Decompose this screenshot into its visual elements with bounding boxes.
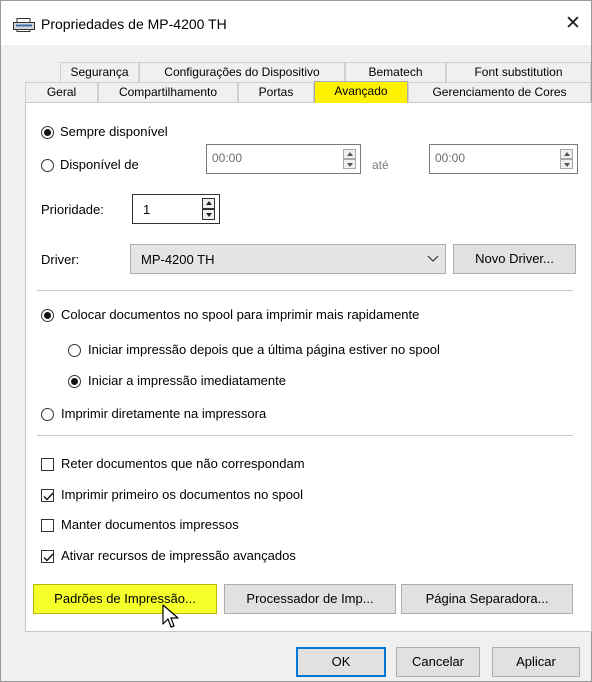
start-immediately-radio[interactable] [68,375,81,388]
window-title: Propriedades de MP-4200 TH [41,16,227,32]
divider [37,290,573,291]
advanced-features-checkbox[interactable] [41,550,54,563]
driver-value: MP-4200 TH [141,252,215,267]
tab-gerenciamento-cores[interactable]: Gerenciamento de Cores [408,82,591,102]
tab-seguranca[interactable]: Segurança [60,62,139,82]
available-from-label[interactable]: Disponível de [60,157,139,172]
keep-printed-label[interactable]: Manter documentos impressos [61,517,239,532]
print-direct-radio[interactable] [41,408,54,421]
printer-icon [13,18,35,32]
tab-font-substitution[interactable]: Font substitution [446,62,591,82]
spooled-first-checkbox[interactable] [41,489,54,502]
priority-spinner[interactable] [202,198,215,220]
spin-up-icon[interactable] [560,149,573,159]
close-icon[interactable]: ✕ [561,11,585,35]
spool-label[interactable]: Colocar documentos no spool para imprimi… [61,307,419,322]
from-time-input[interactable]: 00:00 [206,144,361,174]
checkmark-icon [43,553,54,562]
spin-down-icon[interactable] [202,209,215,220]
driver-select[interactable]: MP-4200 TH [130,244,446,274]
title-bar: Propriedades de MP-4200 TH ✕ [1,1,591,45]
always-available-label[interactable]: Sempre disponível [60,124,168,139]
start-after-last-radio[interactable] [68,344,81,357]
from-time-spinner[interactable] [343,149,356,169]
tab-geral[interactable]: Geral [25,82,98,102]
until-time-input[interactable]: 00:00 [429,144,578,174]
spooled-first-label[interactable]: Imprimir primeiro os documentos no spool [61,487,303,502]
driver-label: Driver: [41,252,80,267]
ok-button[interactable]: OK [296,647,386,677]
hold-mismatched-checkbox[interactable] [41,458,54,471]
printing-defaults-button[interactable]: Padrões de Impressão... [33,584,217,614]
available-from-radio[interactable] [41,159,54,172]
apply-button[interactable]: Aplicar [492,647,580,677]
cursor-icon [162,604,179,628]
hold-mismatched-label[interactable]: Reter documentos que não correspondam [61,456,305,471]
checkmark-icon [43,492,54,501]
from-time-value: 00:00 [212,151,243,165]
divider [37,435,573,436]
start-immediately-label[interactable]: Iniciar a impressão imediatamente [88,373,286,388]
start-after-last-label[interactable]: Iniciar impressão depois que a última pá… [88,342,440,357]
priority-label: Prioridade: [41,202,104,217]
properties-window: Propriedades de MP-4200 TH ✕ Segurança C… [0,0,592,682]
until-time-spinner[interactable] [560,149,573,169]
tab-avancado[interactable]: Avançado [314,81,408,103]
advanced-features-label[interactable]: Ativar recursos de impressão avançados [61,548,296,563]
always-available-radio[interactable] [41,126,54,139]
cancel-button[interactable]: Cancelar [396,647,480,677]
print-processor-button[interactable]: Processador de Imp... [224,584,396,614]
priority-value: 1 [143,202,151,217]
priority-stepper[interactable]: 1 [132,194,220,224]
until-label: até [372,158,389,172]
tab-configuracoes-dispositivo[interactable]: Configurações do Dispositivo [139,62,345,82]
tab-compartilhamento[interactable]: Compartilhamento [98,82,238,102]
spin-up-icon[interactable] [343,149,356,159]
spin-up-icon[interactable] [202,198,215,209]
spin-down-icon[interactable] [343,159,356,169]
print-direct-label[interactable]: Imprimir diretamente na impressora [61,406,266,421]
spool-radio[interactable] [41,309,54,322]
chevron-down-icon [427,255,439,262]
new-driver-button[interactable]: Novo Driver... [453,244,576,274]
tab-portas[interactable]: Portas [238,82,314,102]
keep-printed-checkbox[interactable] [41,519,54,532]
spin-down-icon[interactable] [560,159,573,169]
until-time-value: 00:00 [435,151,466,165]
separator-page-button[interactable]: Página Separadora... [401,584,573,614]
tab-bematech[interactable]: Bematech [345,62,446,82]
